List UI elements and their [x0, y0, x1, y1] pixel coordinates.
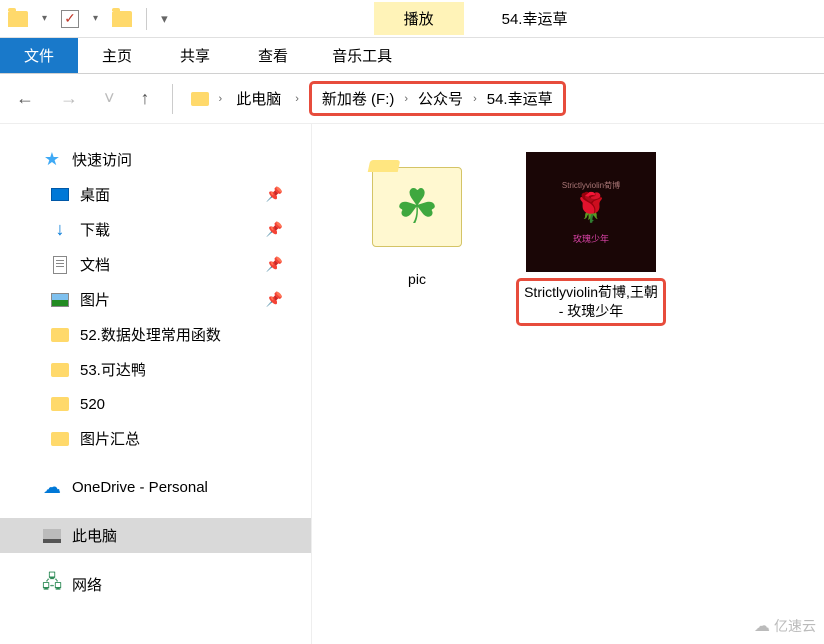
recent-dropdown-icon[interactable]: ˅ [100, 84, 119, 113]
crumb-highlight-box: 新加卷 (F:) › 公众号 › 54.幸运草 [309, 81, 566, 116]
pin-icon: 📌 [266, 291, 283, 308]
watermark: ☁ 亿速云 [754, 616, 816, 636]
content-item-folder[interactable]: ☘ pic [342, 152, 492, 291]
ribbon: 文件 主页 共享 查看 音乐工具 [0, 38, 824, 74]
ribbon-tab-view[interactable]: 查看 [234, 38, 312, 73]
folder-icon [50, 325, 70, 345]
sidebar-label: 文档 [80, 254, 110, 275]
pin-icon: 📌 [266, 256, 283, 273]
crumb-folder[interactable]: 公众号 [414, 86, 467, 111]
sidebar-label: 桌面 [80, 184, 110, 205]
chevron-right-icon[interactable]: › [398, 93, 414, 105]
sidebar-item-folder[interactable]: 53.可达鸭 [0, 352, 311, 387]
download-icon: ↓ [50, 220, 70, 240]
rose-icon: 🌹 [574, 191, 609, 224]
pc-icon [42, 526, 62, 546]
dropdown-icon[interactable]: ▾ [42, 13, 47, 24]
folder-icon [50, 394, 70, 414]
breadcrumb[interactable]: › 此电脑 › 新加卷 (F:) › 公众号 › 54.幸运草 [191, 81, 812, 116]
ribbon-tab-home[interactable]: 主页 [78, 38, 156, 73]
folder-icon [50, 429, 70, 449]
contextual-tab-play[interactable]: 播放 [374, 2, 464, 35]
up-button[interactable]: ↑ [137, 84, 154, 113]
cloud-icon: ☁ [754, 616, 770, 636]
sidebar-item-downloads[interactable]: ↓ 下载 📌 [0, 212, 311, 247]
sidebar-item-folder[interactable]: 图片汇总 [0, 421, 311, 456]
pin-icon: 📌 [266, 221, 283, 238]
sidebar-label: 此电脑 [72, 525, 117, 546]
item-label: pic [404, 268, 430, 291]
sidebar-network[interactable]: 🖧 网络 [0, 567, 311, 602]
sidebar-onedrive[interactable]: ☁ OneDrive - Personal [0, 470, 311, 504]
nav-row: ← → ˅ ↑ › 此电脑 › 新加卷 (F:) › 公众号 › 54.幸运草 [0, 74, 824, 124]
sidebar-label: 52.数据处理常用函数 [80, 324, 221, 345]
separator [146, 8, 147, 30]
quick-access-toolbar: ▾ ✓ ▾ ▾ [0, 8, 176, 30]
sidebar-item-folder[interactable]: 520 [0, 387, 311, 421]
sidebar-label: 520 [80, 396, 105, 413]
cloud-icon: ☁ [42, 477, 62, 497]
folder-icon [191, 92, 209, 106]
folder-icon[interactable] [8, 11, 28, 27]
properties-icon[interactable]: ✓ [61, 10, 79, 28]
ribbon-tab-music-tools[interactable]: 音乐工具 [312, 38, 412, 73]
sidebar-item-desktop[interactable]: 桌面 📌 [0, 177, 311, 212]
network-icon: 🖧 [42, 575, 62, 595]
separator [172, 84, 173, 114]
title-bar: ▾ ✓ ▾ ▾ 播放 54.幸运草 [0, 0, 824, 38]
watermark-text: 亿速云 [774, 616, 816, 636]
chevron-right-icon[interactable]: › [467, 93, 483, 105]
dropdown-icon[interactable]: ▾ [93, 13, 98, 24]
content-item-music[interactable]: Strictlyviolin荀博 🌹 玫瑰少年 Strictlyviolin荀博… [516, 152, 666, 326]
folder-thumbnail: ☘ [362, 152, 472, 262]
folder-icon [50, 360, 70, 380]
sidebar: ★ 快速访问 桌面 📌 ↓ 下载 📌 文档 📌 图片 📌 [0, 124, 312, 644]
sidebar-item-pictures[interactable]: 图片 📌 [0, 282, 311, 317]
clover-icon: ☘ [395, 179, 438, 235]
sidebar-label: 快速访问 [72, 149, 132, 170]
item-label-highlighted: Strictlyviolin荀博,王朝 - 玫瑰少年 [516, 278, 666, 326]
image-icon [50, 290, 70, 310]
pin-icon: 📌 [266, 186, 283, 203]
star-icon: ★ [42, 150, 62, 170]
sidebar-label: 图片汇总 [80, 428, 140, 449]
sidebar-this-pc[interactable]: 此电脑 [0, 518, 311, 553]
folder-icon[interactable] [112, 11, 132, 27]
sidebar-label: OneDrive - Personal [72, 479, 208, 496]
sidebar-quick-access[interactable]: ★ 快速访问 [0, 142, 311, 177]
crumb-volume[interactable]: 新加卷 (F:) [318, 86, 399, 111]
window-title: 54.幸运草 [502, 8, 568, 29]
ribbon-tab-file[interactable]: 文件 [0, 38, 78, 73]
crumb-this-pc[interactable]: 此电脑 [232, 86, 285, 111]
forward-button[interactable]: → [56, 84, 82, 113]
document-icon [50, 255, 70, 275]
desktop-icon [50, 185, 70, 205]
overflow-icon[interactable]: ▾ [161, 11, 168, 27]
sidebar-label: 图片 [80, 289, 110, 310]
sidebar-item-documents[interactable]: 文档 📌 [0, 247, 311, 282]
back-button[interactable]: ← [12, 84, 38, 113]
chevron-right-icon[interactable]: › [213, 93, 229, 105]
content-area[interactable]: ☘ pic Strictlyviolin荀博 🌹 玫瑰少年 Strictlyvi… [312, 124, 824, 644]
chevron-right-icon[interactable]: › [289, 93, 305, 105]
sidebar-item-folder[interactable]: 52.数据处理常用函数 [0, 317, 311, 352]
sidebar-label: 网络 [72, 574, 102, 595]
ribbon-tab-share[interactable]: 共享 [156, 38, 234, 73]
sidebar-label: 下载 [80, 219, 110, 240]
crumb-current[interactable]: 54.幸运草 [483, 86, 557, 111]
sidebar-label: 53.可达鸭 [80, 359, 146, 380]
music-thumbnail: Strictlyviolin荀博 🌹 玫瑰少年 [526, 152, 656, 272]
